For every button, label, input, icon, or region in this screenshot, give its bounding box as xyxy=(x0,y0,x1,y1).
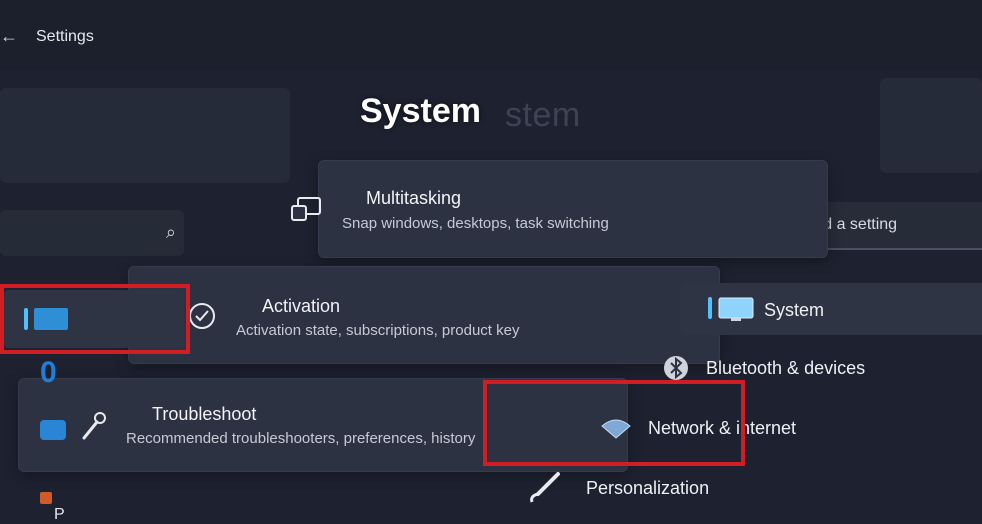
activation-title: Activation xyxy=(262,296,341,316)
personalization-partial-icon xyxy=(40,492,52,504)
ghost-page-title: stem xyxy=(505,96,581,134)
highlight-box xyxy=(483,380,745,466)
search-box[interactable]: ⌕ xyxy=(0,210,184,256)
search-icon: ⌕ xyxy=(165,222,176,242)
bluetooth-partial-icon: 0 xyxy=(40,356,57,389)
highlight-box xyxy=(0,284,190,354)
multitasking-card[interactable] xyxy=(318,160,828,258)
selection-indicator xyxy=(708,297,712,319)
activation-icon xyxy=(189,303,215,329)
background-panel xyxy=(0,88,290,183)
background-panel xyxy=(880,78,982,173)
title-bar xyxy=(0,0,982,70)
troubleshoot-desc: Recommended troubleshooters, preferences… xyxy=(126,430,476,447)
personalization-partial-label: P xyxy=(54,506,65,523)
back-icon[interactable]: ← xyxy=(0,26,18,47)
activation-desc: Activation state, subscriptions, product… xyxy=(236,322,520,339)
nav-label-personalization[interactable]: Personalization xyxy=(586,478,709,499)
app-title: Settings xyxy=(36,28,94,45)
troubleshoot-title: Troubleshoot xyxy=(152,404,257,424)
multitasking-icon xyxy=(291,197,321,221)
multitasking-title: Multitasking xyxy=(366,188,462,208)
brush-icon xyxy=(530,472,560,503)
multitasking-desc: Snap windows, desktops, task switching xyxy=(342,215,609,232)
monitor-icon xyxy=(718,297,754,321)
nav-label-bluetooth[interactable]: Bluetooth & devices xyxy=(706,358,865,379)
network-partial-icon xyxy=(40,420,66,440)
page-title: System xyxy=(360,92,481,130)
troubleshoot-icon xyxy=(82,412,106,440)
nav-label-system[interactable]: System xyxy=(764,300,824,321)
